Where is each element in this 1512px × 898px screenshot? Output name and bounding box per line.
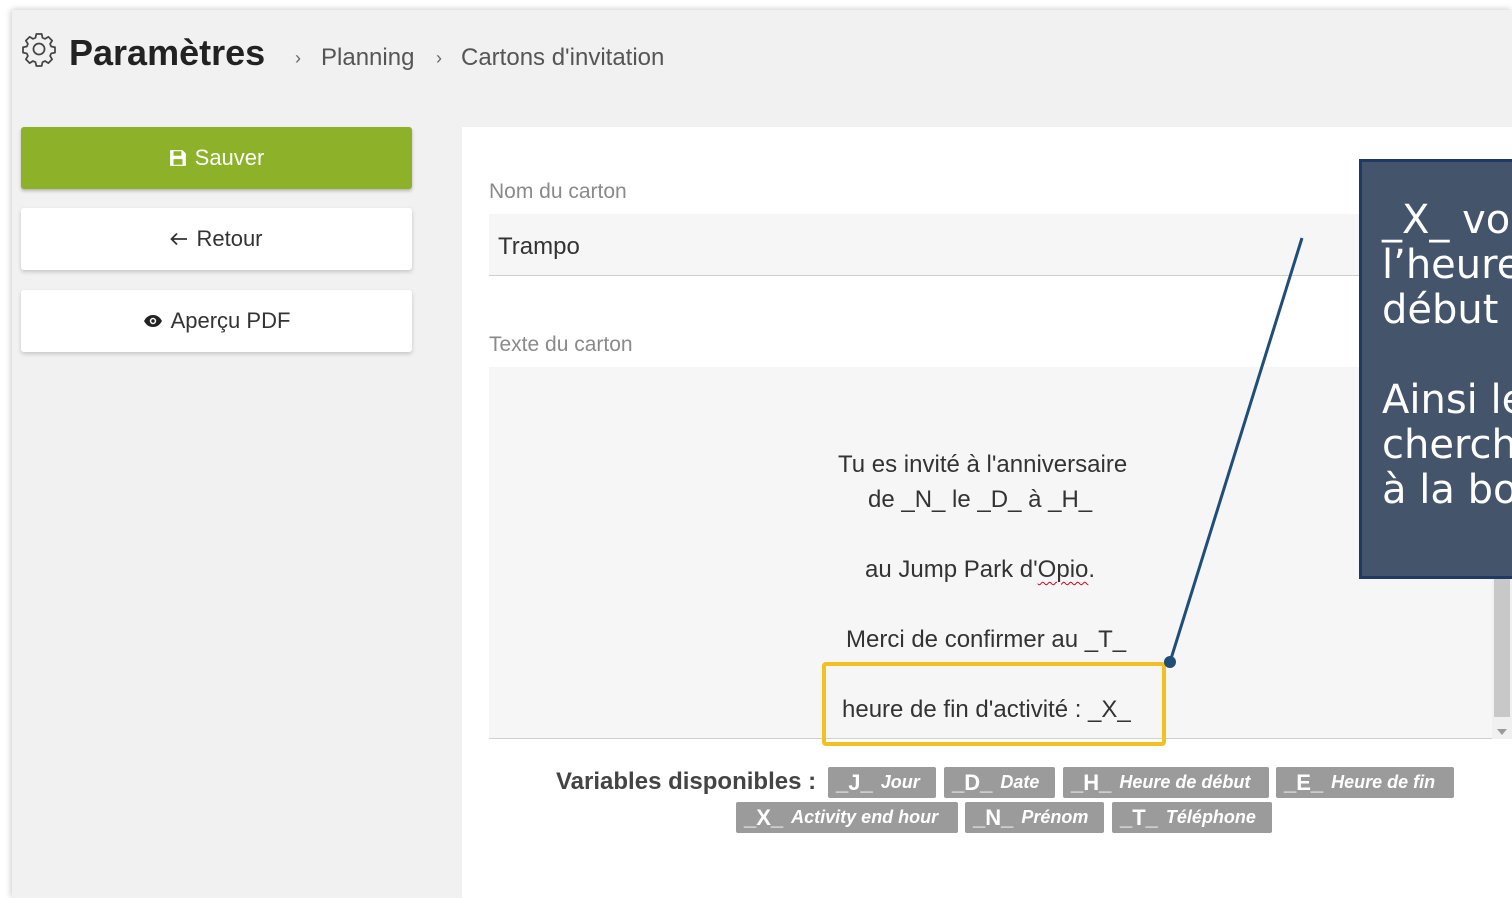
callout-connector-line xyxy=(1164,237,1304,668)
connector-dot xyxy=(1164,656,1176,668)
annotation-callout: _X_ vo l’heure début Ainsi le cherch à l… xyxy=(1359,159,1512,579)
